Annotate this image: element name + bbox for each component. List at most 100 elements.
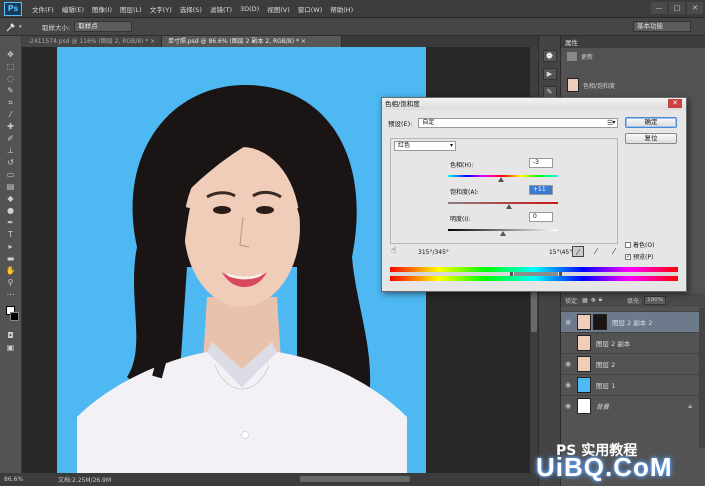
actions-panel-icon[interactable]: ▶ (542, 68, 557, 80)
crop-tool-icon[interactable]: ⌗ (4, 98, 18, 108)
dialog-titlebar[interactable]: 色相/饱和度 ✕ (382, 98, 686, 110)
adjustment-layer-row[interactable]: 色相/饱和度 (561, 72, 705, 98)
channel-select[interactable]: 红色 ▾ (394, 141, 456, 151)
shape-tool-icon[interactable]: ▬ (4, 254, 18, 264)
chevron-down-icon: ▾ (449, 142, 453, 149)
document-info[interactable]: 文档:2.25M/26.9M (58, 475, 111, 484)
horizontal-scrollbar[interactable] (300, 476, 410, 482)
layer-row[interactable]: ◉ 图层 1 (561, 374, 705, 395)
preview-label: 预览(P) (633, 254, 654, 261)
tool-preset-picker[interactable]: ▾ (6, 20, 36, 34)
saturation-track[interactable] (448, 202, 558, 204)
colorize-label: 着色(O) (633, 242, 655, 249)
hand-tool-icon[interactable]: ✋ (4, 266, 18, 276)
preset-select[interactable]: 自定 ▾ (418, 118, 619, 128)
menu-image[interactable]: 图像(I) (88, 4, 116, 14)
blur-tool-icon[interactable]: ◆ (4, 194, 18, 204)
dodge-tool-icon[interactable]: ● (4, 206, 18, 216)
visibility-eye-icon[interactable]: ◉ (561, 318, 575, 326)
minimize-button[interactable]: — (651, 2, 667, 14)
stamp-tool-icon[interactable]: ⊥ (4, 146, 18, 156)
layer-row[interactable]: 图层 2 副本 (561, 332, 705, 353)
screen-mode-icon[interactable]: ▣ (4, 343, 18, 353)
ok-button[interactable]: 确定 (625, 117, 677, 128)
reset-button[interactable]: 复位 (625, 133, 677, 144)
more-tools-icon[interactable]: ⋯ (4, 290, 18, 300)
preview-checkbox[interactable]: ✓ 预览(P) (625, 252, 653, 261)
eyedropper-plus-icon[interactable]: ⁄ (590, 246, 602, 257)
dialog-title: 色相/饱和度 (385, 100, 420, 108)
photoshop-logo: Ps (4, 1, 22, 16)
lock-position-icon[interactable]: ✥ (591, 297, 596, 304)
layer-row[interactable]: ◉ 背景 🔒︎ (561, 395, 705, 416)
checkbox-box[interactable]: ✓ (625, 253, 631, 260)
lock-all-icon[interactable]: 🔒︎ (599, 296, 602, 304)
saturation-input[interactable]: +11 (529, 185, 553, 195)
maximize-button[interactable]: □ (669, 2, 685, 14)
history-panel-icon[interactable]: ⌚ (542, 50, 557, 62)
menu-file[interactable]: 文件(F) (28, 4, 58, 14)
hue-label: 色相(H): (450, 162, 474, 169)
degree-readout: 315°/345° 15°\45° (418, 249, 572, 256)
eyedropper-icon[interactable]: ⁄ (572, 246, 584, 257)
visibility-eye-icon[interactable]: ◉ (561, 402, 575, 410)
quick-mask-icon[interactable]: ◘ (4, 331, 18, 341)
menu-select[interactable]: 选择(S) (176, 4, 206, 14)
move-tool-icon[interactable]: ✥ (4, 50, 18, 60)
visibility-eye-icon[interactable]: ◉ (561, 360, 575, 368)
eyedropper-tool-icon[interactable]: ⁄ (4, 110, 18, 120)
tab-document-2[interactable]: 单寸照.psd @ 86.6% (图层 2 副本 2, RGB/8) * × (162, 36, 342, 47)
lightness-input[interactable]: 0 (529, 212, 553, 222)
eraser-tool-icon[interactable]: ▭ (4, 170, 18, 180)
menu-type[interactable]: 文字(Y) (146, 4, 176, 14)
lightness-label: 明度(I): (450, 216, 471, 223)
quick-select-tool-icon[interactable]: ✎ (4, 86, 18, 96)
path-select-tool-icon[interactable]: ▸ (4, 242, 18, 252)
lock-label: 锁定: (565, 297, 580, 305)
lasso-tool-icon[interactable]: ◌ (4, 74, 18, 84)
checkbox-box[interactable] (625, 241, 631, 248)
tab-close-icon[interactable]: × (301, 38, 306, 45)
preset-options-icon[interactable]: ☰ (607, 119, 613, 127)
lock-pixels-icon[interactable]: ▦ (582, 297, 588, 304)
close-button[interactable]: ✕ (687, 2, 703, 14)
pen-tool-icon[interactable]: ✒ (4, 218, 18, 228)
menu-edit[interactable]: 编辑(E) (58, 4, 88, 14)
hue-slider-handle[interactable] (498, 177, 504, 182)
lightness-slider-handle[interactable] (500, 231, 506, 236)
layer-mask-thumbnail[interactable] (593, 314, 607, 330)
menu-3d[interactable]: 3D(D) (236, 5, 263, 13)
layers-lock-bar: 锁定: ▦ ✥ 🔒︎ 填充: 100% (561, 293, 705, 307)
healing-brush-tool-icon[interactable]: ✚ (4, 122, 18, 132)
layers-scrollbar[interactable] (699, 308, 705, 448)
marquee-tool-icon[interactable]: ⬚ (4, 62, 18, 72)
sample-size-select[interactable]: 取样点 (74, 21, 133, 32)
eyedropper-minus-icon[interactable]: ⁄ (608, 246, 620, 257)
fill-value[interactable]: 100% (643, 295, 666, 305)
layer-row[interactable]: ◉ 图层 2 (561, 353, 705, 374)
workspace-select[interactable]: 基本功能 (633, 21, 691, 32)
layer-row[interactable]: ◉ 图层 2 副本 2 (561, 311, 705, 332)
visibility-eye-icon[interactable]: ◉ (561, 381, 575, 389)
background-color-swatch[interactable] (10, 312, 19, 321)
gradient-tool-icon[interactable]: ▤ (4, 182, 18, 192)
saturation-slider-handle[interactable] (506, 204, 512, 209)
hue-input[interactable]: -3 (529, 158, 553, 168)
tab-close-icon[interactable]: × (150, 38, 155, 45)
menu-help[interactable]: 帮助(H) (326, 4, 357, 14)
zoom-tool-icon[interactable]: ⚲ (4, 278, 18, 288)
scroll-thumb[interactable] (531, 292, 537, 332)
history-brush-tool-icon[interactable]: ↺ (4, 158, 18, 168)
output-color-bar (390, 276, 678, 281)
menu-window[interactable]: 窗口(W) (294, 4, 327, 14)
menu-view[interactable]: 视图(V) (263, 4, 294, 14)
menu-filter[interactable]: 滤镜(T) (206, 4, 236, 14)
dialog-close-button[interactable]: ✕ (668, 99, 682, 108)
type-tool-icon[interactable]: T (4, 230, 18, 240)
targeted-adjustment-hand-icon[interactable]: ☝ (391, 246, 396, 256)
tab-document-1[interactable]: -2411574.psd @ 116% (图层 2, RGB/8) * × (22, 36, 162, 47)
colorize-checkbox[interactable]: 着色(O) (625, 240, 654, 249)
menu-layer[interactable]: 图层(L) (116, 4, 146, 14)
zoom-level[interactable]: 86.6% (0, 476, 32, 483)
brush-tool-icon[interactable]: ✐ (4, 134, 18, 144)
